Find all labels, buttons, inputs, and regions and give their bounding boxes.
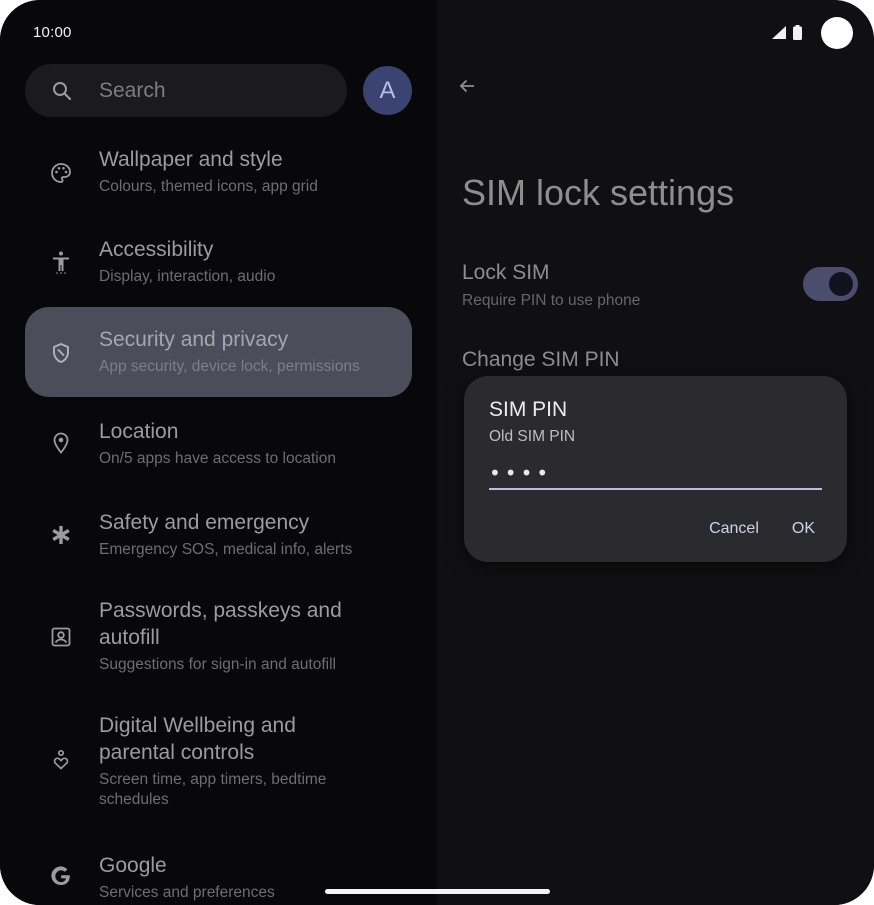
settings-item-security[interactable]: Security and privacy App security, devic…	[25, 307, 412, 397]
settings-item-title: Location	[99, 420, 179, 443]
settings-item-subtitle-continued: schedules	[99, 791, 169, 808]
lock-sim-toggle[interactable]	[803, 267, 858, 301]
search-placeholder: Search	[99, 78, 166, 102]
shield-icon	[49, 341, 73, 365]
settings-item-subtitle: App security, device lock, permissions	[99, 358, 360, 375]
location-pin-icon	[49, 431, 73, 455]
dialog-title: SIM PIN	[489, 398, 568, 421]
settings-item-title: Passwords, passkeys and	[99, 599, 342, 622]
old-pin-label: Old SIM PIN	[489, 428, 576, 445]
settings-item-subtitle: Screen time, app timers, bedtime	[99, 771, 327, 788]
settings-item-title: Accessibility	[99, 238, 214, 261]
palette-icon	[49, 161, 73, 185]
avatar[interactable]: A	[363, 66, 412, 115]
asterisk-icon	[49, 523, 73, 547]
settings-item-subtitle: Suggestions for sign-in and autofill	[99, 656, 336, 673]
settings-item-accessibility[interactable]: Accessibility Display, interaction, audi…	[25, 220, 412, 306]
status-icons	[772, 25, 802, 40]
signal-icon	[772, 26, 786, 39]
settings-item-title-continued: autofill	[99, 626, 160, 649]
dialog-actions: Cancel OK	[709, 520, 815, 538]
cancel-button[interactable]: Cancel	[709, 520, 759, 538]
sim-pin-dialog: SIM PIN Old SIM PIN Cancel OK	[464, 376, 847, 562]
camera-cutout	[821, 17, 853, 49]
device-screen: 10:00 Search A Wallpaper and style Colou…	[0, 0, 874, 905]
account-box-icon	[49, 625, 73, 649]
battery-icon	[793, 25, 802, 40]
ok-button[interactable]: OK	[792, 520, 815, 538]
settings-item-title: Safety and emergency	[99, 511, 310, 534]
lock-sim-title: Lock SIM	[462, 261, 550, 284]
change-sim-pin-item[interactable]: Change SIM PIN	[462, 348, 620, 372]
page-title: SIM lock settings	[462, 172, 735, 213]
search-bar[interactable]: Search	[25, 64, 347, 117]
settings-item-title-continued: parental controls	[99, 741, 255, 764]
back-arrow-icon[interactable]	[455, 74, 479, 98]
settings-item-title: Google	[99, 854, 167, 877]
lock-sim-subtitle: Require PIN to use phone	[462, 292, 641, 309]
settings-item-title: Security and privacy	[99, 328, 289, 351]
toggle-knob	[829, 272, 853, 296]
settings-item-safety[interactable]: Safety and emergency Emergency SOS, medi…	[25, 493, 412, 579]
accessibility-icon	[49, 250, 73, 274]
settings-item-wallpaper[interactable]: Wallpaper and style Colours, themed icon…	[25, 130, 412, 216]
settings-item-subtitle: Emergency SOS, medical info, alerts	[99, 541, 353, 558]
settings-item-location[interactable]: Location On/5 apps have access to locati…	[25, 402, 412, 488]
old-pin-input[interactable]	[489, 458, 822, 490]
status-time: 10:00	[33, 24, 72, 41]
settings-item-subtitle: On/5 apps have access to location	[99, 450, 336, 467]
settings-item-subtitle: Colours, themed icons, app grid	[99, 178, 318, 195]
wellbeing-icon	[49, 748, 73, 772]
settings-item-passwords[interactable]: Passwords, passkeys and autofill Suggest…	[25, 585, 412, 690]
settings-item-title: Digital Wellbeing and	[99, 714, 296, 737]
google-icon	[49, 864, 73, 888]
navigation-handle[interactable]	[325, 889, 550, 894]
settings-item-subtitle: Services and preferences	[99, 884, 275, 901]
search-icon	[50, 79, 74, 103]
settings-item-digital-wellbeing[interactable]: Digital Wellbeing and parental controls …	[25, 700, 412, 822]
settings-item-subtitle: Display, interaction, audio	[99, 268, 276, 285]
settings-item-title: Wallpaper and style	[99, 148, 283, 171]
settings-item-google[interactable]: Google Services and preferences	[25, 835, 412, 905]
